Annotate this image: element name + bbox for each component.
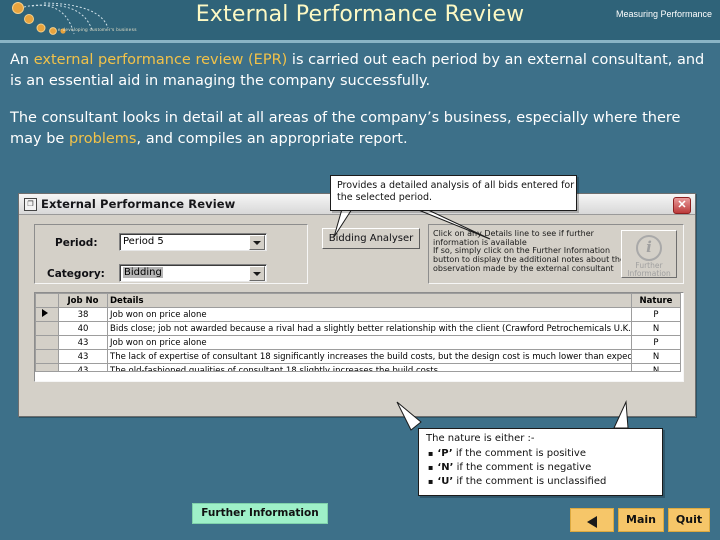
quit-button[interactable]: Quit bbox=[668, 508, 710, 532]
row-selector[interactable] bbox=[35, 307, 59, 322]
period-label: Period: bbox=[55, 237, 98, 249]
header-divider bbox=[0, 40, 720, 43]
further-info-label-line2: Information bbox=[627, 269, 671, 278]
chevron-down-icon[interactable] bbox=[249, 235, 265, 250]
cell-details: Job won on price alone bbox=[107, 335, 632, 350]
current-row-marker-icon bbox=[42, 309, 48, 317]
filter-group: Period: Period 5 Category: Bidding bbox=[34, 224, 308, 284]
details-table: Job No Details Nature 38 Job won on price… bbox=[35, 293, 681, 378]
row-selector[interactable] bbox=[35, 349, 59, 364]
table-row[interactable]: 40 Bids close; job not awarded because a … bbox=[35, 321, 681, 336]
cell-nature: P bbox=[631, 307, 681, 322]
cell-details: Bids close; job not awarded because a ri… bbox=[107, 321, 632, 336]
header-subtitle: Measuring Performance bbox=[615, 9, 712, 19]
table-row[interactable]: 43 Job won on price alone P bbox=[35, 335, 681, 350]
category-label: Category: bbox=[47, 268, 105, 280]
callout-bottom: The nature is either :- ‘P’ if the comme… bbox=[418, 428, 663, 496]
para2-highlight: problems bbox=[68, 131, 137, 147]
nature-code: ‘N’ bbox=[437, 462, 454, 473]
callout-top-leader-lines bbox=[333, 208, 491, 240]
window-restore-icon[interactable]: ❐ bbox=[24, 198, 37, 211]
period-value: Period 5 bbox=[123, 236, 164, 247]
nature-legend-list: ‘P’ if the comment is positive‘N’ if the… bbox=[428, 447, 606, 489]
cell-job-no: 43 bbox=[58, 335, 108, 350]
nature-code: ‘P’ bbox=[437, 448, 453, 459]
nature-description: if the comment is unclassified bbox=[453, 476, 607, 487]
cell-job-no: 38 bbox=[58, 307, 108, 322]
cell-nature: N bbox=[631, 321, 681, 336]
period-dropdown[interactable]: Period 5 bbox=[119, 233, 267, 251]
row-selector[interactable] bbox=[35, 321, 59, 336]
cell-details: Job won on price alone bbox=[107, 307, 632, 322]
nature-description: if the comment is negative bbox=[453, 462, 592, 473]
column-header-details: Details bbox=[107, 293, 632, 308]
window-title: External Performance Review bbox=[41, 197, 236, 211]
chevron-down-icon[interactable] bbox=[249, 266, 265, 281]
category-value: Bidding bbox=[123, 267, 163, 278]
back-triangle-icon bbox=[587, 516, 597, 528]
table-header-row: Job No Details Nature bbox=[35, 293, 681, 308]
column-header-job-no: Job No bbox=[58, 293, 108, 308]
close-icon[interactable]: ✕ bbox=[673, 197, 691, 214]
nature-description: if the comment is positive bbox=[452, 448, 586, 459]
callout-bottom-title: The nature is either :- bbox=[426, 433, 535, 444]
info-circle-icon: i bbox=[636, 235, 662, 261]
page-title: External Performance Review bbox=[195, 2, 525, 27]
further-information-button[interactable]: i Further Information bbox=[621, 230, 677, 278]
nature-legend-item: ‘U’ if the comment is unclassified bbox=[428, 475, 606, 489]
row-selector[interactable] bbox=[35, 335, 59, 350]
cell-job-no: 43 bbox=[58, 349, 108, 364]
info-line-two: If so, simply click on the Further Infor… bbox=[433, 246, 625, 273]
callout-top: Provides a detailed analysis of all bids… bbox=[330, 175, 577, 211]
cell-details: The lack of expertise of consultant 18 s… bbox=[107, 349, 632, 364]
nature-legend-item: ‘N’ if the comment is negative bbox=[428, 461, 606, 475]
column-header-selector bbox=[35, 293, 59, 308]
column-header-nature: Nature bbox=[631, 293, 681, 308]
callout-top-text: Provides a detailed analysis of all bids… bbox=[337, 180, 575, 203]
nature-legend-item: ‘P’ if the comment is positive bbox=[428, 447, 606, 461]
table-row[interactable]: 43 The lack of expertise of consultant 18… bbox=[35, 349, 681, 364]
logo-tagline: e-developing customer's business bbox=[58, 27, 137, 32]
details-grid[interactable]: Job No Details Nature 38 Job won on price… bbox=[34, 292, 684, 382]
window-client-area: Period: Period 5 Category: Bidding Biddi… bbox=[22, 216, 690, 412]
back-button[interactable] bbox=[570, 508, 614, 532]
category-dropdown[interactable]: Bidding bbox=[119, 264, 267, 282]
nature-code: ‘U’ bbox=[437, 476, 454, 487]
paragraph-one: An external performance review (EPR) is … bbox=[10, 50, 710, 92]
para1-part-a: An bbox=[10, 52, 34, 68]
table-row[interactable]: 38 Job won on price alone P bbox=[35, 307, 681, 322]
cell-job-no: 40 bbox=[58, 321, 108, 336]
main-button[interactable]: Main bbox=[618, 508, 664, 532]
para1-highlight: external performance review (EPR) bbox=[33, 52, 288, 68]
cell-nature: P bbox=[631, 335, 681, 350]
grid-horizontal-scrollbar[interactable] bbox=[35, 371, 681, 381]
para2-part-b: , and compiles an appropriate report. bbox=[136, 131, 408, 147]
cell-nature: N bbox=[631, 349, 681, 364]
paragraph-two: The consultant looks in detail at all ar… bbox=[10, 108, 710, 150]
further-information-footer-button[interactable]: Further Information bbox=[192, 503, 328, 524]
